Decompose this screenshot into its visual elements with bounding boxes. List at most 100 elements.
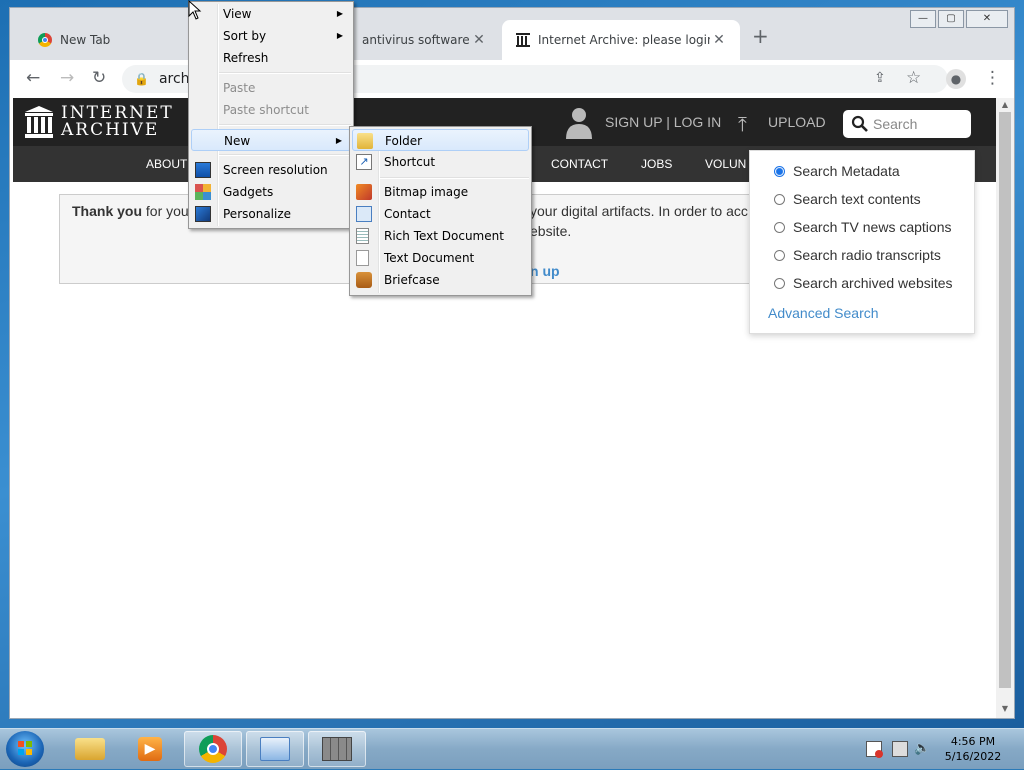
upload-link[interactable]: UPLOAD (768, 114, 826, 130)
radio[interactable] (774, 193, 785, 205)
chrome-icon (38, 33, 52, 47)
close-tab-icon[interactable]: ✕ (470, 32, 488, 48)
taskbar-explorer[interactable] (60, 731, 118, 767)
firewall-icon (322, 737, 352, 761)
network-icon[interactable] (892, 741, 908, 757)
menu-item-refresh[interactable]: Refresh (191, 47, 351, 69)
desktop-context-menu: View ▶ Sort by ▶ Refresh Paste Paste short… (188, 1, 354, 229)
search-icon (851, 115, 868, 132)
page-scrollbar[interactable]: ▲ ▼ (996, 98, 1014, 718)
mouse-cursor-icon (188, 0, 202, 20)
more-menu-icon[interactable]: ⋮ (984, 68, 1001, 88)
menu-item-gadgets[interactable]: Gadgets (191, 181, 351, 203)
volume-icon[interactable]: 🔈 (914, 741, 930, 757)
tab-internet-archive[interactable]: Internet Archive: please login or p ✕ (502, 20, 740, 60)
close-button[interactable]: ✕ (966, 10, 1008, 28)
search-option-websites[interactable]: Search archived websites (774, 275, 953, 291)
paint-icon (356, 184, 372, 200)
submenu-item-rtf[interactable]: Rich Text Document (352, 225, 529, 247)
gadgets-icon (195, 184, 211, 200)
scrollbar-thumb[interactable] (999, 112, 1011, 688)
advanced-search-link[interactable]: Advanced Search (768, 305, 879, 321)
nav-about[interactable]: ABOUT (146, 157, 187, 171)
menu-item-new[interactable]: New ▶ (191, 129, 351, 151)
tab-title: antivirus software pro (362, 33, 470, 47)
search-option-text[interactable]: Search text contents (774, 191, 921, 207)
radio[interactable] (774, 221, 785, 233)
system-clock[interactable]: 4:56 PM 5/16/2022 (940, 734, 1006, 764)
menu-item-screen-resolution[interactable]: Screen resolution (191, 159, 351, 181)
taskbar-firewall[interactable] (308, 731, 366, 767)
new-tab-plus-icon[interactable]: + (752, 24, 769, 48)
taskbar-control-panel[interactable] (246, 731, 304, 767)
ia-search-box[interactable]: Search (843, 110, 971, 138)
reload-icon[interactable]: ↻ (92, 68, 106, 88)
text-file-icon (356, 250, 369, 266)
chrome-icon (199, 735, 227, 763)
profile-icon[interactable]: ● (946, 69, 966, 89)
nav-contact[interactable]: CONTACT (551, 157, 608, 171)
notice-text: Thank you for you (72, 203, 189, 219)
archive-logo-icon[interactable] (25, 106, 53, 138)
taskbar: ▶ 🔈 4:56 PM 5/16/2022 (0, 728, 1024, 769)
briefcase-icon (356, 272, 372, 288)
submenu-item-bitmap[interactable]: Bitmap image (352, 181, 529, 203)
signup-link[interactable]: n up (530, 263, 560, 279)
star-icon[interactable]: ☆ (906, 68, 921, 88)
search-options-dropdown: Search Metadata Search text contents Sea… (749, 150, 975, 334)
menu-item-sort-by[interactable]: Sort by ▶ (191, 25, 351, 47)
window-controls: — ▢ ✕ (910, 10, 1008, 28)
signup-login-link[interactable]: SIGN UP | LOG IN (605, 114, 721, 130)
clock-date: 5/16/2022 (944, 750, 1002, 763)
tab-title: Internet Archive: please login or p (538, 33, 710, 47)
search-placeholder: Search (873, 116, 918, 132)
notice-text-right: your digital artifacts. In order to acc (530, 203, 748, 219)
menu-item-view[interactable]: View ▶ (191, 3, 351, 25)
search-option-metadata[interactable]: Search Metadata (774, 163, 900, 179)
new-submenu: Folder ↗ Shortcut Bitmap image Contact R… (349, 126, 532, 296)
search-option-tv[interactable]: Search TV news captions (774, 219, 952, 235)
maximize-button[interactable]: ▢ (938, 10, 964, 28)
forward-arrow-icon[interactable]: → (60, 68, 74, 88)
submenu-item-contact[interactable]: Contact (352, 203, 529, 225)
submenu-item-text[interactable]: Text Document (352, 247, 529, 269)
scroll-up-icon[interactable]: ▲ (996, 100, 1014, 109)
taskbar-media-player[interactable]: ▶ (122, 731, 180, 767)
search-option-radio[interactable]: Search radio transcripts (774, 247, 941, 263)
windows-logo-icon (18, 741, 32, 755)
submenu-item-briefcase[interactable]: Briefcase (352, 269, 529, 291)
menu-item-personalize[interactable]: Personalize (191, 203, 351, 225)
menu-item-paste-shortcut[interactable]: Paste shortcut (191, 99, 351, 121)
archive-icon (516, 33, 530, 47)
action-center-icon[interactable] (866, 741, 883, 758)
close-tab-icon[interactable]: ✕ (710, 32, 728, 48)
shortcut-icon: ↗ (356, 154, 372, 170)
radio-selected[interactable] (774, 165, 785, 177)
start-button[interactable] (6, 731, 44, 767)
media-player-icon: ▶ (138, 737, 162, 761)
radio[interactable] (774, 249, 785, 261)
submenu-item-shortcut[interactable]: ↗ Shortcut (352, 151, 529, 173)
clock-time: 4:56 PM (950, 735, 996, 748)
taskbar-chrome[interactable] (184, 731, 242, 767)
scroll-down-icon[interactable]: ▼ (996, 704, 1014, 713)
archive-wordmark[interactable]: INTERNET ARCHIVE (61, 105, 174, 139)
contact-card-icon (356, 206, 372, 222)
notice-text-right-2: ebsite. (530, 223, 572, 239)
upload-icon[interactable]: ⤒ (738, 112, 747, 136)
nav-volunteer[interactable]: VOLUN (705, 157, 746, 171)
document-icon (356, 228, 369, 244)
minimize-button[interactable]: — (910, 10, 936, 28)
back-arrow-icon[interactable]: ← (26, 68, 40, 88)
browser-window: New Tab antivirus software pro ✕ Interne… (10, 8, 1014, 718)
share-icon[interactable]: ⇪ (874, 70, 886, 86)
submenu-item-folder[interactable]: Folder (352, 129, 529, 151)
tab-strip: New Tab antivirus software pro ✕ Interne… (10, 8, 1014, 60)
user-icon[interactable] (565, 107, 593, 139)
monitor-icon (195, 162, 211, 178)
radio[interactable] (774, 277, 785, 289)
menu-item-paste[interactable]: Paste (191, 77, 351, 99)
folder-icon (357, 133, 373, 149)
folder-icon (75, 738, 105, 760)
nav-jobs[interactable]: JOBS (641, 157, 672, 171)
